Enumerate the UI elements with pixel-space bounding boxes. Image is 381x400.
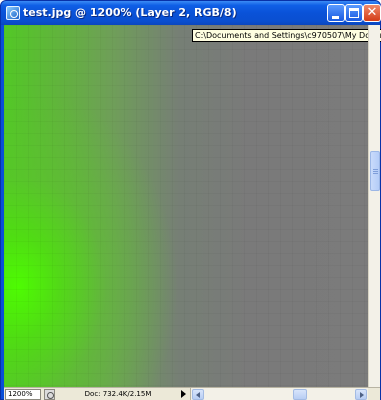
grip-icon <box>373 169 378 170</box>
document-window: test.jpg @ 1200% (Layer 2, RGB/8) ✕ C:\D… <box>0 0 381 400</box>
zoom-level-input[interactable]: 1200% <box>5 389 41 400</box>
minimize-icon <box>332 16 339 19</box>
vertical-scrollbar[interactable] <box>368 25 380 387</box>
scroll-left-button[interactable] <box>192 389 204 400</box>
document-icon[interactable] <box>6 6 20 20</box>
maximize-button[interactable] <box>345 4 363 22</box>
scroll-right-button[interactable] <box>355 389 367 400</box>
resize-grip[interactable] <box>368 388 380 400</box>
status-info-icon[interactable] <box>44 389 55 400</box>
document-size-info: Doc: 732.4K/2.15M <box>84 390 152 398</box>
close-icon: ✕ <box>366 5 378 20</box>
status-bar: 1200% Doc: 732.4K/2.15M <box>4 387 380 400</box>
pixel-grid <box>4 25 368 387</box>
window-title: test.jpg @ 1200% (Layer 2, RGB/8) <box>23 6 237 19</box>
title-bar[interactable]: test.jpg @ 1200% (Layer 2, RGB/8) ✕ <box>1 1 381 25</box>
status-menu-arrow-icon[interactable] <box>181 390 186 398</box>
image-canvas[interactable] <box>4 25 368 387</box>
close-button[interactable]: ✕ <box>363 4 381 22</box>
horizontal-scrollbar[interactable] <box>190 388 368 400</box>
horizontal-scroll-thumb[interactable] <box>293 389 307 400</box>
maximize-icon <box>349 8 359 18</box>
minimize-button[interactable] <box>327 4 345 22</box>
vertical-scroll-thumb[interactable] <box>370 151 380 191</box>
file-path-tooltip: C:\Documents and Settings\c970507\My Doc… <box>192 29 381 42</box>
